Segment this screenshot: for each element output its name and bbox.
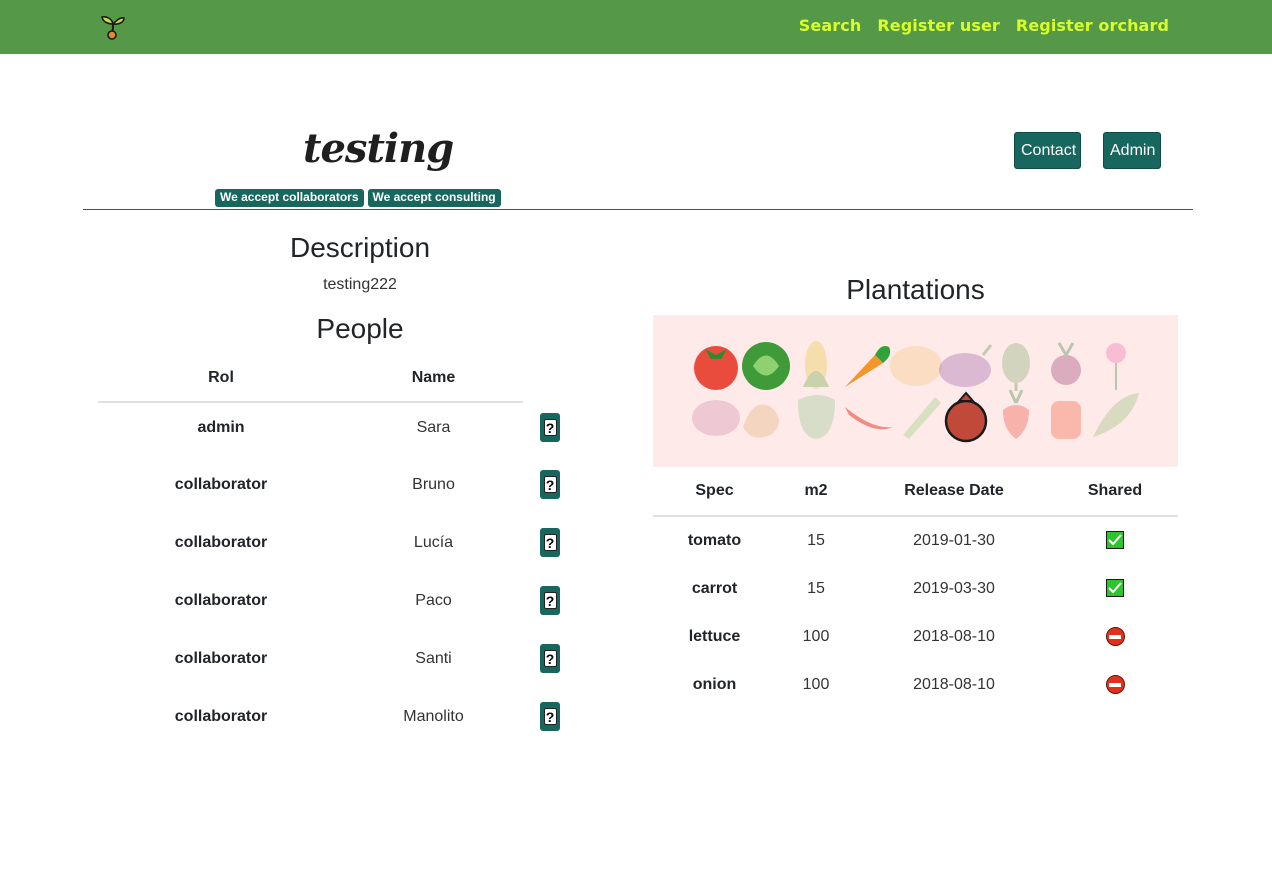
plant-spec: tomato <box>687 532 742 549</box>
person-name: Santi <box>415 650 452 667</box>
radish-icon <box>1003 389 1029 439</box>
column-header-spec: Spec <box>695 482 734 499</box>
person-name: Sara <box>416 419 451 436</box>
contact-button[interactable]: Contact <box>1014 132 1081 169</box>
table-row: tomato 15 2019-01-30 <box>653 531 1178 580</box>
pomegranate-icon <box>944 391 988 443</box>
nav-link-search[interactable]: Search <box>799 16 862 35</box>
shared-cell <box>1052 531 1178 549</box>
nav-link-register-orchard[interactable]: Register orchard <box>1016 16 1169 35</box>
help-button[interactable]: ? <box>540 644 560 673</box>
question-icon: ? <box>543 419 557 436</box>
table-row: collaborator Bruno ? <box>98 470 568 534</box>
navbar: Search Register user Register orchard <box>0 0 1272 54</box>
cabbage-icon <box>742 342 790 390</box>
shared-cell <box>1052 579 1178 597</box>
admin-button[interactable]: Admin <box>1103 132 1161 169</box>
shared-cell <box>1052 675 1178 694</box>
no-entry-icon <box>1105 675 1125 694</box>
check-icon <box>1106 579 1124 597</box>
badge-collaborators: We accept collaborators <box>215 189 364 207</box>
peapod-icon <box>1093 393 1139 437</box>
column-header-m2: m2 <box>804 482 828 499</box>
plant-m2: 100 <box>802 628 830 645</box>
person-name: Bruno <box>412 476 455 493</box>
table-row: carrot 15 2019-03-30 <box>653 579 1178 628</box>
garlic-icon <box>692 400 740 436</box>
question-icon: ? <box>543 534 557 551</box>
ginger-icon <box>743 404 779 438</box>
vegetables-illustration <box>653 315 1178 467</box>
column-header-release-date: Release Date <box>904 482 1004 499</box>
tomato-icon <box>694 346 738 390</box>
table-row: collaborator Paco ? <box>98 586 568 650</box>
plant-m2: 15 <box>807 532 825 549</box>
person-rol: collaborator <box>174 534 268 551</box>
badge-consulting: We accept consulting <box>367 189 501 207</box>
beet-icon <box>1051 342 1081 385</box>
person-rol: collaborator <box>174 708 268 725</box>
sprout-icon[interactable] <box>100 12 126 40</box>
person-name: Manolito <box>403 708 464 725</box>
help-button[interactable]: ? <box>540 413 560 442</box>
question-icon: ? <box>543 476 557 493</box>
leek-icon <box>903 397 941 439</box>
help-button[interactable]: ? <box>540 586 560 615</box>
plantations-table-header: Spec m2 Release Date Shared <box>653 478 1178 517</box>
question-icon: ? <box>543 592 557 609</box>
person-rol: collaborator <box>174 650 268 667</box>
eggplant-icon <box>939 344 993 387</box>
badges: We accept collaborators We accept consul… <box>215 189 501 207</box>
shared-cell <box>1052 627 1178 646</box>
plant-m2: 15 <box>807 580 825 597</box>
people-table-header: Rol Name <box>98 367 523 403</box>
plant-release-date: 2018-08-10 <box>913 676 995 693</box>
artichoke-icon <box>1002 343 1030 391</box>
plant-release-date: 2019-03-30 <box>913 580 995 597</box>
plant-m2: 100 <box>802 676 830 693</box>
plant-spec: lettuce <box>688 628 741 645</box>
vegetables-icon-grid <box>692 341 1139 443</box>
person-name: Lucía <box>413 534 454 551</box>
column-header-name: Name <box>411 369 456 386</box>
plantations-heading: Plantations <box>846 274 985 305</box>
header-divider <box>83 209 1193 210</box>
column-header-shared: Shared <box>1087 482 1143 499</box>
description-heading: Description <box>289 232 431 263</box>
nav-link-register-user[interactable]: Register user <box>877 16 1000 35</box>
nav-links: Search Register user Register orchard <box>799 16 1169 35</box>
table-row: admin Sara ? <box>98 413 568 477</box>
orchard-title: testing <box>303 125 454 172</box>
table-row: collaborator Lucía ? <box>98 528 568 592</box>
person-rol: admin <box>197 419 245 436</box>
pepper-icon <box>798 395 835 439</box>
bell-pepper-icon <box>1051 401 1081 439</box>
corn-icon <box>803 341 829 389</box>
table-row: onion 100 2018-08-10 <box>653 675 1178 724</box>
table-row: collaborator Santi ? <box>98 644 568 708</box>
description-text: testing222 <box>323 276 397 293</box>
help-button[interactable]: ? <box>540 528 560 557</box>
help-button[interactable]: ? <box>540 702 560 731</box>
check-icon <box>1106 531 1124 549</box>
table-row: collaborator Manolito ? <box>98 702 568 766</box>
chili-icon <box>845 407 893 430</box>
flower-icon <box>1106 343 1126 390</box>
people-heading: People <box>316 313 404 344</box>
person-rol: collaborator <box>174 592 268 609</box>
question-icon: ? <box>543 650 557 667</box>
table-row: lettuce 100 2018-08-10 <box>653 627 1178 676</box>
person-rol: collaborator <box>174 476 268 493</box>
plant-spec: carrot <box>691 580 738 597</box>
plant-spec: onion <box>692 676 737 693</box>
carrot-icon <box>845 346 891 387</box>
potato-icon <box>890 346 942 386</box>
plant-release-date: 2019-01-30 <box>913 532 995 549</box>
no-entry-icon <box>1105 627 1125 646</box>
question-icon: ? <box>543 708 557 725</box>
column-header-rol: Rol <box>208 369 234 386</box>
plant-release-date: 2018-08-10 <box>913 628 995 645</box>
person-name: Paco <box>415 592 452 609</box>
help-button[interactable]: ? <box>540 470 560 499</box>
